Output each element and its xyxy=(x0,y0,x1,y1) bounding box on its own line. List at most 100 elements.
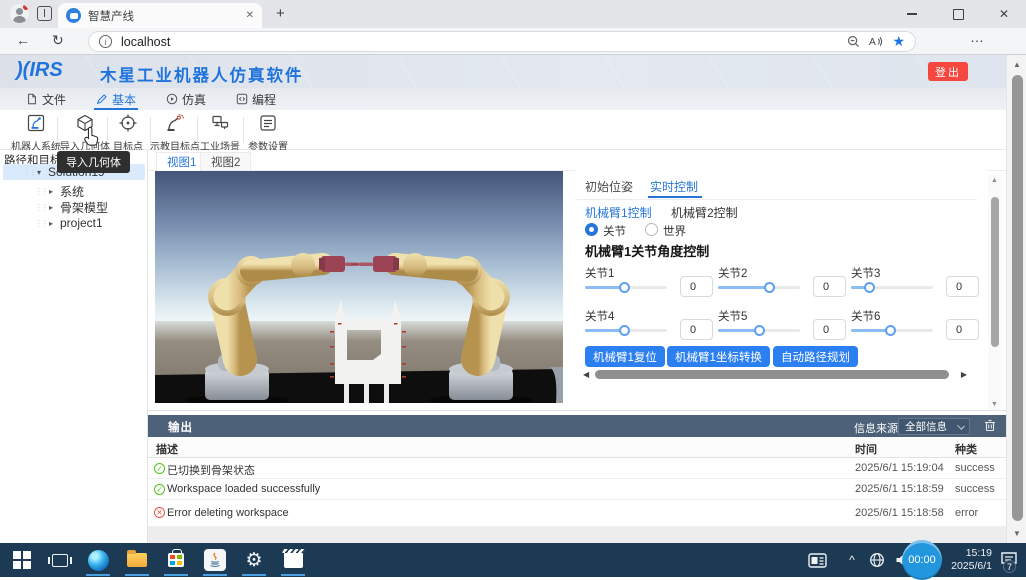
joint5-slider[interactable] xyxy=(718,323,800,337)
joint2-slider[interactable] xyxy=(718,280,800,294)
toolbar-robot-system-button[interactable]: 机器人系统 xyxy=(9,113,63,153)
output-row[interactable]: ✕ Error deleting workspace 2025/6/1 15:1… xyxy=(148,500,1006,527)
radio-world[interactable] xyxy=(645,223,658,236)
browser-tab[interactable]: 智慧产线 ✕ xyxy=(58,3,262,28)
menu-item-simulation[interactable]: 仿真 xyxy=(166,88,206,110)
scrollbar-thumb[interactable] xyxy=(1012,75,1023,521)
toolbar-settings-button[interactable]: 参数设置 xyxy=(241,113,295,153)
tab-realtime-control[interactable]: 实时控制 xyxy=(650,178,698,195)
tab-view2[interactable]: 视图2 xyxy=(200,152,251,171)
page-scrollbar[interactable]: ▲ ▼ xyxy=(1006,55,1026,543)
logout-button[interactable]: 登出 xyxy=(928,62,968,81)
tab-initial-pose[interactable]: 初始位姿 xyxy=(585,178,633,195)
scroll-up-icon[interactable]: ▲ xyxy=(1007,60,1026,69)
auto-path-plan-button[interactable]: 自动路径规划 xyxy=(773,346,858,367)
recording-timer-overlay[interactable]: 00:00 xyxy=(902,540,942,580)
joint3-slider[interactable] xyxy=(851,280,933,294)
slider-handle[interactable] xyxy=(754,325,765,336)
joint1-slider[interactable] xyxy=(585,280,667,294)
drag-handle-icon[interactable]: ⋮⋮ xyxy=(35,187,49,196)
close-button[interactable]: ✕ xyxy=(982,0,1026,28)
subtab-arm2-control[interactable]: 机械臂2控制 xyxy=(671,204,738,221)
slider-handle[interactable] xyxy=(864,282,875,293)
subtab-arm1-control[interactable]: 机械臂1控制 xyxy=(585,204,652,221)
drag-handle-icon[interactable]: ⋮⋮ xyxy=(35,219,49,228)
joint5-input[interactable] xyxy=(813,319,846,340)
scrollbar-thumb[interactable] xyxy=(595,370,949,379)
widgets-button[interactable] xyxy=(800,543,834,577)
tree-item-system[interactable]: ⋮⋮ ▸ 系统 xyxy=(3,183,145,199)
taskbar-edge-button[interactable] xyxy=(80,543,116,577)
scroll-down-icon[interactable]: ▼ xyxy=(1007,529,1026,538)
tree-item-skeleton-model[interactable]: ⋮⋮ ▸ 骨架模型 xyxy=(3,199,145,215)
radio-world-label[interactable]: 世界 xyxy=(663,223,686,239)
scroll-down-icon[interactable]: ▼ xyxy=(988,401,1001,408)
tab-close-icon[interactable]: ✕ xyxy=(246,10,254,21)
task-view-button[interactable] xyxy=(42,543,78,577)
scrollbar-thumb[interactable] xyxy=(991,197,999,347)
refresh-button[interactable]: ↻ xyxy=(52,32,64,49)
slider-handle[interactable] xyxy=(764,282,775,293)
radio-joint[interactable] xyxy=(585,223,598,236)
clear-output-icon[interactable] xyxy=(984,419,996,437)
joint6-input[interactable] xyxy=(946,319,979,340)
slider-handle[interactable] xyxy=(885,325,896,336)
restore-button[interactable] xyxy=(936,0,980,28)
toolbar-target-point-button[interactable]: 目标点 xyxy=(105,113,151,153)
source-select[interactable]: 全部信息 xyxy=(898,418,970,435)
read-aloud-icon[interactable]: A xyxy=(869,35,883,48)
menu-item-basic[interactable]: 基本 xyxy=(96,88,136,110)
slider-handle[interactable] xyxy=(619,282,630,293)
workspaces-icon[interactable] xyxy=(37,6,52,21)
joint1-input[interactable] xyxy=(680,276,713,297)
caret-right-icon[interactable]: ▸ xyxy=(49,219,60,228)
scroll-right-icon[interactable]: ▶ xyxy=(961,370,967,379)
new-tab-button[interactable]: + xyxy=(276,5,285,22)
arm1-reset-button[interactable]: 机械臂1复位 xyxy=(585,346,665,367)
url-bar[interactable]: i localhost A ★ xyxy=(88,31,916,52)
slider-handle[interactable] xyxy=(619,325,630,336)
menu-item-file[interactable]: 文件 xyxy=(26,88,66,110)
drag-handle-icon[interactable]: ⋮⋮ xyxy=(35,203,49,212)
start-button[interactable] xyxy=(4,543,40,577)
more-options-button[interactable]: … xyxy=(970,29,985,45)
back-button[interactable]: ← xyxy=(16,32,30,48)
caret-right-icon[interactable]: ▸ xyxy=(49,203,60,212)
joint4-input[interactable] xyxy=(680,319,713,340)
output-row[interactable]: ✓ Workspace loaded successfully 2025/6/1… xyxy=(148,479,1006,500)
arm1-coord-convert-button[interactable]: 机械臂1坐标转换 xyxy=(667,346,770,367)
toolbar-industrial-scene-button[interactable]: 工业场景 xyxy=(196,113,244,153)
joint4-slider[interactable] xyxy=(585,323,667,337)
taskbar-settings-button[interactable]: ⚙ xyxy=(236,543,272,577)
caret-right-icon[interactable]: ▸ xyxy=(49,187,60,196)
site-info-icon[interactable]: i xyxy=(99,35,112,48)
joint3-input[interactable] xyxy=(946,276,979,297)
zoom-out-icon[interactable] xyxy=(847,35,860,48)
horizontal-scrollbar[interactable]: ◀ ▶ xyxy=(583,368,967,380)
3d-viewport[interactable] xyxy=(155,171,563,403)
url-text[interactable]: localhost xyxy=(121,35,838,49)
output-row[interactable]: ✓ 已切换到骨架状态 2025/6/1 15:19:04 success xyxy=(148,458,1006,479)
panel-scrollbar[interactable]: ▲ ▼ xyxy=(988,175,1001,410)
profile-icon[interactable] xyxy=(10,4,29,23)
scroll-up-icon[interactable]: ▲ xyxy=(988,177,1001,184)
network-icon[interactable] xyxy=(864,543,890,577)
taskbar-explorer-button[interactable] xyxy=(119,543,155,577)
scroll-left-icon[interactable]: ◀ xyxy=(583,370,589,379)
taskbar-store-button[interactable] xyxy=(158,543,194,577)
taskbar-video-button[interactable] xyxy=(275,543,311,577)
tree-item-project1[interactable]: ⋮⋮ ▸ project1 xyxy=(3,215,145,231)
taskbar-java-button[interactable] xyxy=(197,543,233,577)
joint6-slider[interactable] xyxy=(851,323,933,337)
drag-handle-icon[interactable]: ⋮⋮ xyxy=(23,168,37,177)
favorite-star-icon[interactable]: ★ xyxy=(892,33,905,50)
caret-down-icon[interactable]: ▾ xyxy=(37,168,48,177)
radio-joint-label[interactable]: 关节 xyxy=(603,223,626,239)
toolbar-teach-target-button[interactable]: 示教目标点 xyxy=(148,113,202,153)
menu-item-programming[interactable]: 编程 xyxy=(236,88,276,110)
joint2-input[interactable] xyxy=(813,276,846,297)
app-page: )(IRS 木星工业机器人仿真软件 登出 文件 基本 仿真 编程 机器人系统 导… xyxy=(0,55,1006,543)
minimize-button[interactable] xyxy=(890,0,934,28)
code-icon xyxy=(236,93,248,105)
tray-chevron-icon[interactable]: ^ xyxy=(840,543,864,577)
